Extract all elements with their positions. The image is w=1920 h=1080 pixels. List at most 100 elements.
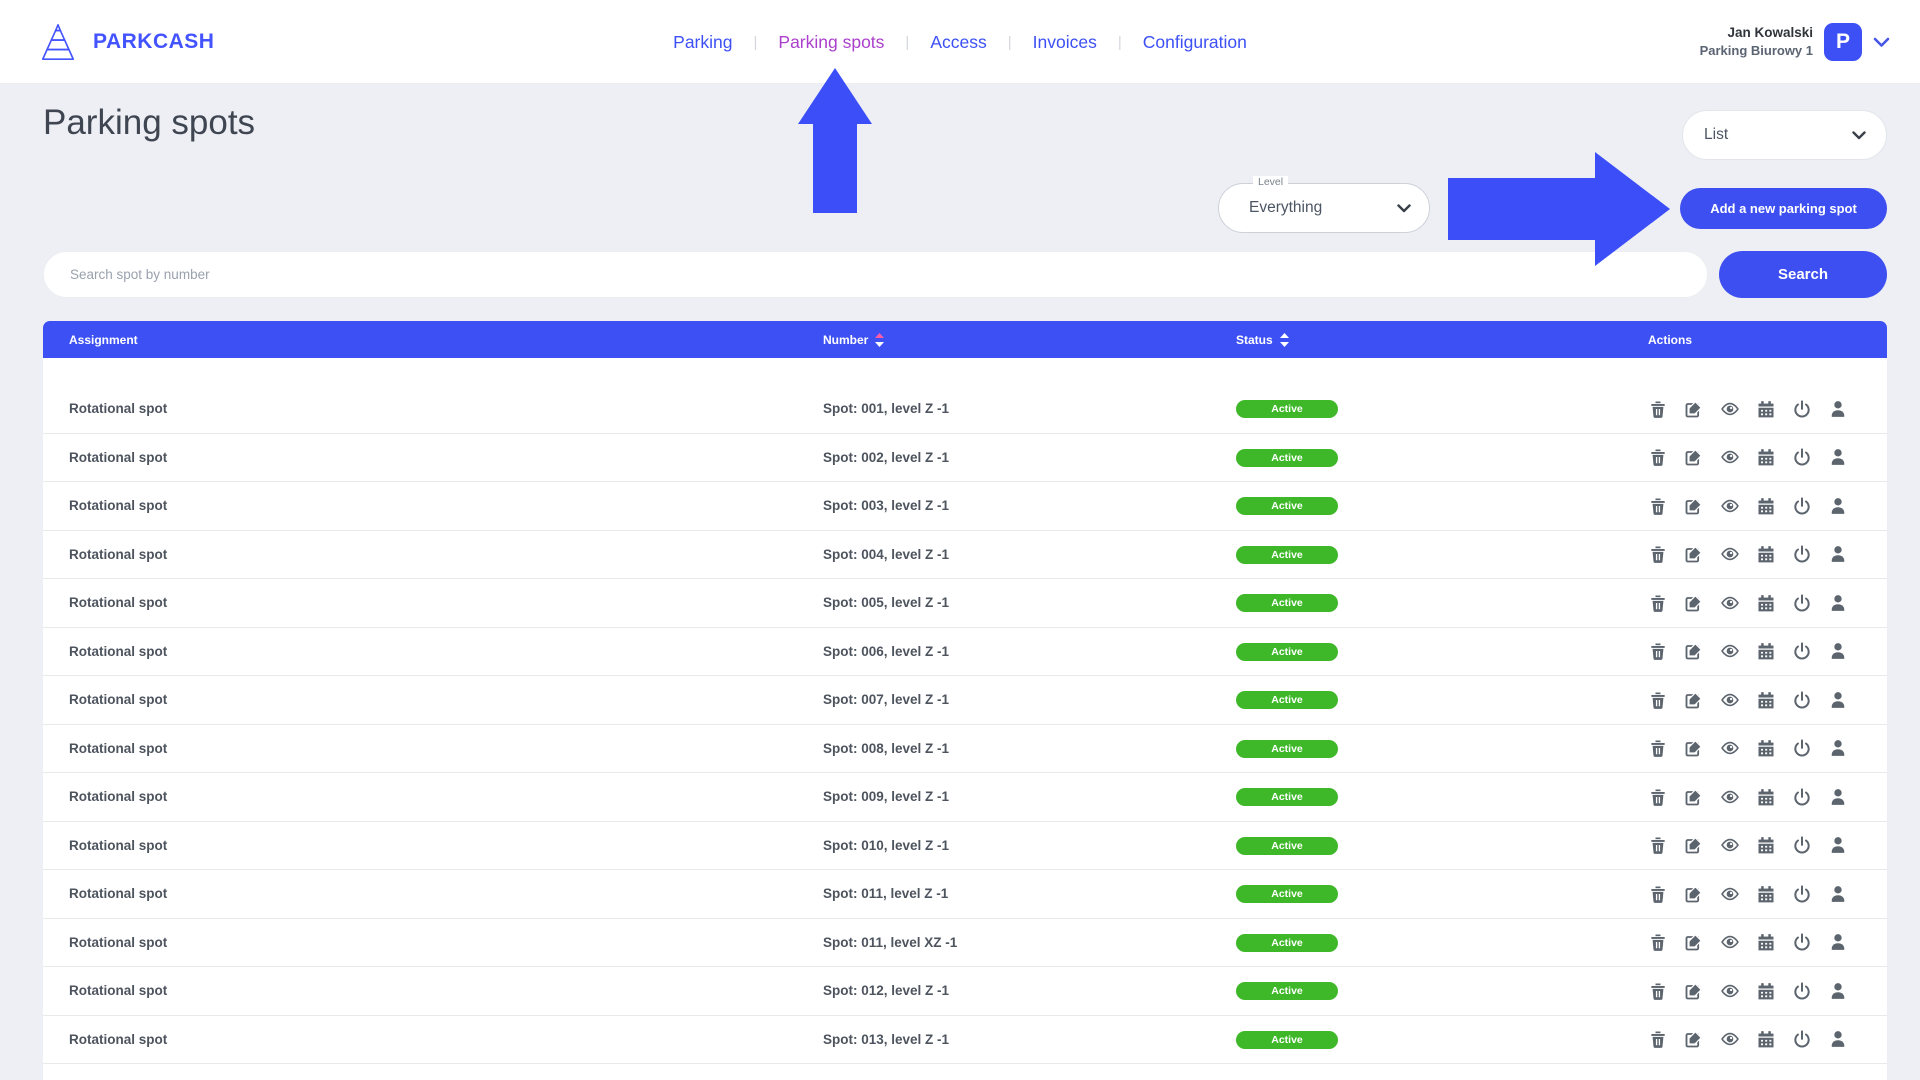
calendar-icon[interactable] bbox=[1756, 932, 1776, 952]
nav-item-configuration[interactable]: Configuration bbox=[1143, 26, 1247, 59]
level-filter-select[interactable]: Level Everything bbox=[1218, 183, 1430, 233]
eye-icon[interactable] bbox=[1720, 787, 1740, 807]
actions-cell bbox=[1648, 1029, 1887, 1049]
eye-icon[interactable] bbox=[1720, 496, 1740, 516]
calendar-icon[interactable] bbox=[1756, 690, 1776, 710]
trash-icon[interactable] bbox=[1648, 690, 1668, 710]
power-icon[interactable] bbox=[1792, 884, 1812, 904]
eye-icon[interactable] bbox=[1720, 884, 1740, 904]
edit-icon[interactable] bbox=[1684, 738, 1704, 758]
edit-icon[interactable] bbox=[1684, 884, 1704, 904]
person-icon[interactable] bbox=[1828, 544, 1848, 564]
person-icon[interactable] bbox=[1828, 399, 1848, 419]
calendar-icon[interactable] bbox=[1756, 738, 1776, 758]
eye-icon[interactable] bbox=[1720, 1029, 1740, 1049]
power-icon[interactable] bbox=[1792, 496, 1812, 516]
edit-icon[interactable] bbox=[1684, 932, 1704, 952]
power-icon[interactable] bbox=[1792, 1029, 1812, 1049]
column-header-number[interactable]: Number bbox=[823, 333, 1236, 347]
person-icon[interactable] bbox=[1828, 932, 1848, 952]
power-icon[interactable] bbox=[1792, 641, 1812, 661]
trash-icon[interactable] bbox=[1648, 544, 1668, 564]
calendar-icon[interactable] bbox=[1756, 835, 1776, 855]
person-icon[interactable] bbox=[1828, 447, 1848, 467]
view-mode-select[interactable]: List bbox=[1682, 110, 1887, 160]
calendar-icon[interactable] bbox=[1756, 1029, 1776, 1049]
trash-icon[interactable] bbox=[1648, 981, 1668, 1001]
power-icon[interactable] bbox=[1792, 447, 1812, 467]
eye-icon[interactable] bbox=[1720, 399, 1740, 419]
trash-icon[interactable] bbox=[1648, 787, 1668, 807]
power-icon[interactable] bbox=[1792, 787, 1812, 807]
trash-icon[interactable] bbox=[1648, 593, 1668, 613]
calendar-icon[interactable] bbox=[1756, 496, 1776, 516]
calendar-icon[interactable] bbox=[1756, 787, 1776, 807]
edit-icon[interactable] bbox=[1684, 593, 1704, 613]
trash-icon[interactable] bbox=[1648, 738, 1668, 758]
power-icon[interactable] bbox=[1792, 932, 1812, 952]
person-icon[interactable] bbox=[1828, 593, 1848, 613]
trash-icon[interactable] bbox=[1648, 1029, 1668, 1049]
eye-icon[interactable] bbox=[1720, 738, 1740, 758]
chevron-down-icon[interactable] bbox=[1873, 37, 1890, 48]
person-icon[interactable] bbox=[1828, 884, 1848, 904]
eye-icon[interactable] bbox=[1720, 690, 1740, 710]
add-parking-spot-button[interactable]: Add a new parking spot bbox=[1680, 188, 1887, 229]
person-icon[interactable] bbox=[1828, 981, 1848, 1001]
eye-icon[interactable] bbox=[1720, 981, 1740, 1001]
nav-item-parking[interactable]: Parking bbox=[673, 26, 732, 59]
column-header-status[interactable]: Status bbox=[1236, 333, 1648, 347]
edit-icon[interactable] bbox=[1684, 496, 1704, 516]
person-icon[interactable] bbox=[1828, 641, 1848, 661]
nav-separator: | bbox=[1118, 34, 1122, 51]
brand-logo[interactable]: PARKCASH bbox=[37, 0, 214, 84]
nav-item-invoices[interactable]: Invoices bbox=[1033, 26, 1097, 59]
calendar-icon[interactable] bbox=[1756, 884, 1776, 904]
person-icon[interactable] bbox=[1828, 1029, 1848, 1049]
power-icon[interactable] bbox=[1792, 835, 1812, 855]
person-icon[interactable] bbox=[1828, 787, 1848, 807]
edit-icon[interactable] bbox=[1684, 447, 1704, 467]
trash-icon[interactable] bbox=[1648, 399, 1668, 419]
trash-icon[interactable] bbox=[1648, 835, 1668, 855]
calendar-icon[interactable] bbox=[1756, 981, 1776, 1001]
edit-icon[interactable] bbox=[1684, 981, 1704, 1001]
eye-icon[interactable] bbox=[1720, 544, 1740, 564]
search-button[interactable]: Search bbox=[1719, 251, 1887, 298]
eye-icon[interactable] bbox=[1720, 593, 1740, 613]
edit-icon[interactable] bbox=[1684, 835, 1704, 855]
edit-icon[interactable] bbox=[1684, 690, 1704, 710]
power-icon[interactable] bbox=[1792, 593, 1812, 613]
calendar-icon[interactable] bbox=[1756, 399, 1776, 419]
calendar-icon[interactable] bbox=[1756, 641, 1776, 661]
edit-icon[interactable] bbox=[1684, 399, 1704, 419]
person-icon[interactable] bbox=[1828, 496, 1848, 516]
eye-icon[interactable] bbox=[1720, 932, 1740, 952]
power-icon[interactable] bbox=[1792, 690, 1812, 710]
eye-icon[interactable] bbox=[1720, 447, 1740, 467]
power-icon[interactable] bbox=[1792, 981, 1812, 1001]
edit-icon[interactable] bbox=[1684, 641, 1704, 661]
trash-icon[interactable] bbox=[1648, 884, 1668, 904]
eye-icon[interactable] bbox=[1720, 835, 1740, 855]
user-menu[interactable]: Jan Kowalski Parking Biurowy 1 P bbox=[1700, 0, 1890, 84]
power-icon[interactable] bbox=[1792, 399, 1812, 419]
person-icon[interactable] bbox=[1828, 835, 1848, 855]
eye-icon[interactable] bbox=[1720, 641, 1740, 661]
edit-icon[interactable] bbox=[1684, 1029, 1704, 1049]
person-icon[interactable] bbox=[1828, 690, 1848, 710]
calendar-icon[interactable] bbox=[1756, 593, 1776, 613]
calendar-icon[interactable] bbox=[1756, 447, 1776, 467]
nav-item-parking-spots[interactable]: Parking spots bbox=[778, 26, 884, 59]
trash-icon[interactable] bbox=[1648, 641, 1668, 661]
nav-item-access[interactable]: Access bbox=[930, 26, 986, 59]
power-icon[interactable] bbox=[1792, 738, 1812, 758]
power-icon[interactable] bbox=[1792, 544, 1812, 564]
edit-icon[interactable] bbox=[1684, 544, 1704, 564]
trash-icon[interactable] bbox=[1648, 932, 1668, 952]
person-icon[interactable] bbox=[1828, 738, 1848, 758]
trash-icon[interactable] bbox=[1648, 447, 1668, 467]
calendar-icon[interactable] bbox=[1756, 544, 1776, 564]
trash-icon[interactable] bbox=[1648, 496, 1668, 516]
edit-icon[interactable] bbox=[1684, 787, 1704, 807]
